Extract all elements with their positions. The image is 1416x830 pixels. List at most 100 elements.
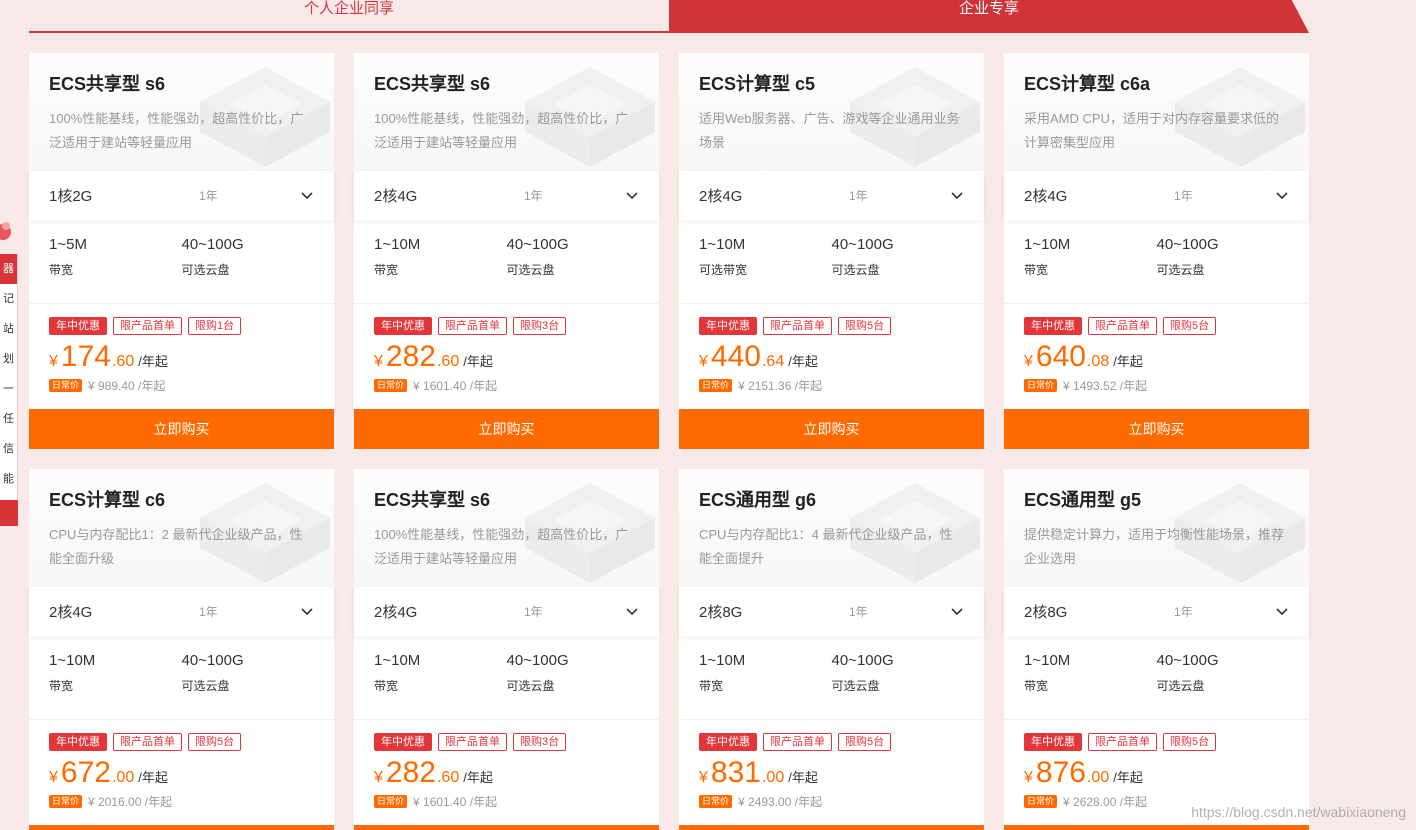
promo-tag-first-order: 限产品首单: [1088, 317, 1157, 335]
tab-enterprise-exclusive[interactable]: 企业专享: [669, 0, 1309, 33]
disk-label: 可选云盘: [181, 263, 230, 277]
buy-now-button[interactable]: 立即购买: [679, 409, 984, 449]
chevron-down-icon[interactable]: [625, 189, 639, 203]
config-selector[interactable]: 2核4G 1年: [29, 587, 334, 636]
buy-now-button[interactable]: 立即购买: [1004, 409, 1309, 449]
product-card: ECS计算型 c6 CPU与内存配比1：2 最新代企业级产品，性能全面升级 2核…: [29, 469, 334, 830]
bandwidth-col: 1~10M 带宽: [1024, 652, 1157, 719]
promo-tag-first-order: 限产品首单: [438, 317, 507, 335]
tab-personal-enterprise-shared[interactable]: 个人企业同享: [29, 0, 669, 33]
original-price: 日常价 ¥ 1601.40 /年起: [374, 793, 639, 810]
original-price-badge: 日常价: [374, 379, 408, 392]
chevron-down-icon[interactable]: [950, 605, 964, 619]
chevron-down-icon[interactable]: [625, 605, 639, 619]
promo-tag-first-order: 限产品首单: [763, 317, 832, 335]
side-float-item[interactable]: 任: [0, 404, 17, 434]
buy-now-button[interactable]: 立即购买: [354, 825, 659, 830]
buy-now-button[interactable]: 立即购买: [1004, 825, 1309, 830]
buy-now-button[interactable]: 立即购买: [679, 825, 984, 830]
price-decimal: .08: [1086, 353, 1110, 370]
config-selector[interactable]: 2核4G 1年: [354, 587, 659, 636]
bandwidth-label: 带宽: [374, 263, 399, 277]
side-float-item[interactable]: 能: [0, 464, 17, 494]
original-price-badge: 日常价: [699, 379, 733, 392]
buy-now-button[interactable]: 立即购买: [29, 409, 334, 449]
side-float-item[interactable]: 信: [0, 434, 17, 464]
card-header: ECS共享型 s6 100%性能基线，性能强劲，超高性价比，广泛适用于建站等轻量…: [29, 53, 334, 171]
price: ¥ 831 .00 /年起: [699, 757, 964, 789]
disk-label: 可选云盘: [181, 679, 230, 693]
promo-tag-mid-year: 年中优惠: [699, 317, 757, 335]
price-decimal: .64: [761, 353, 785, 370]
price-currency: ¥: [374, 769, 383, 786]
promo-tag-first-order: 限产品首单: [438, 733, 507, 751]
bandwidth-label: 带宽: [49, 263, 74, 277]
bandwidth-label: 带宽: [374, 679, 399, 693]
card-description: 100%性能基线，性能强劲，超高性价比，广泛适用于建站等轻量应用: [374, 111, 629, 150]
chevron-down-icon[interactable]: [1275, 605, 1289, 619]
price-currency: ¥: [1024, 769, 1033, 786]
card-title: ECS共享型 s6: [374, 490, 491, 510]
bandwidth-label: 可选带宽: [699, 263, 748, 277]
original-price-value: ¥ 2628.00 /年起: [1063, 795, 1148, 809]
chevron-down-icon[interactable]: [1275, 189, 1289, 203]
term-value: 1年: [524, 189, 543, 203]
original-price-value: ¥ 2016.00 /年起: [88, 795, 173, 809]
disk-col: 40~100G 可选云盘: [182, 652, 315, 719]
term-value: 1年: [1174, 189, 1193, 203]
product-card: ECS共享型 s6 100%性能基线，性能强劲，超高性价比，广泛适用于建站等轻量…: [354, 469, 659, 830]
card-title: ECS计算型 c6: [49, 490, 166, 510]
price-area: 年中优惠 限产品首单 限购5台 ¥ 640 .08 /年起 日常价 ¥ 1493…: [1004, 304, 1309, 409]
price-decimal: .00: [761, 769, 785, 786]
original-price: 日常价 ¥ 1601.40 /年起: [374, 377, 639, 394]
promo-tag-limit: 限购3台: [513, 733, 567, 751]
buy-now-button[interactable]: 立即购买: [29, 825, 334, 830]
price-unit: /年起: [463, 770, 493, 785]
card-header: ECS通用型 g6 CPU与内存配比1：4 最新代企业级产品，性能全面提升: [679, 469, 984, 587]
disk-value: 40~100G: [181, 236, 244, 253]
price-integer: 282: [385, 756, 436, 789]
side-float-panel[interactable]: 器 记 站 划 一 任 信 能: [0, 254, 18, 526]
product-card: ECS共享型 s6 100%性能基线，性能强劲，超高性价比，广泛适用于建站等轻量…: [29, 53, 334, 449]
bandwidth-value: 1~10M: [49, 652, 96, 669]
disk-col: 40~100G 可选云盘: [1157, 236, 1290, 303]
card-header: ECS通用型 g5 提供稳定计算力，适用于均衡性能场景，推荐企业选用: [1004, 469, 1309, 587]
original-price-value: ¥ 2151.36 /年起: [738, 379, 823, 393]
chevron-down-icon[interactable]: [300, 189, 314, 203]
chevron-down-icon[interactable]: [300, 605, 314, 619]
price: ¥ 440 .64 /年起: [699, 341, 964, 373]
config-selector[interactable]: 2核4G 1年: [1004, 171, 1309, 220]
promo-tag-limit: 限购5台: [1163, 733, 1217, 751]
side-float-item[interactable]: 站: [0, 314, 17, 344]
price-area: 年中优惠 限产品首单 限购1台 ¥ 174 .60 /年起 日常价 ¥ 989.…: [29, 304, 334, 409]
config-selector[interactable]: 1核2G 1年: [29, 171, 334, 220]
price-decimal: .60: [436, 353, 460, 370]
config-selector[interactable]: 2核4G 1年: [679, 171, 984, 220]
side-float-item[interactable]: 记: [0, 284, 17, 314]
watermark: https://blog.csdn.net/wabixiaoneng: [1191, 804, 1406, 820]
original-price-badge: 日常价: [1024, 379, 1058, 392]
original-price-badge: 日常价: [1024, 795, 1058, 808]
price-area: 年中优惠 限产品首单 限购3台 ¥ 282 .60 /年起 日常价 ¥ 1601…: [354, 720, 659, 825]
price-decimal: .00: [1086, 769, 1110, 786]
original-price: 日常价 ¥ 2493.00 /年起: [699, 793, 964, 810]
spec-row: 1~10M 可选带宽 40~100G 可选云盘: [679, 220, 984, 304]
promo-tag-mid-year: 年中优惠: [699, 733, 757, 751]
price-decimal: .60: [436, 769, 460, 786]
original-price-value: ¥ 1493.52 /年起: [1063, 379, 1148, 393]
card-title: ECS通用型 g5: [1024, 490, 1142, 510]
bandwidth-value: 1~10M: [699, 652, 746, 669]
spec-row: 1~5M 带宽 40~100G 可选云盘: [29, 220, 334, 304]
promo-tag-limit: 限购5台: [1163, 317, 1217, 335]
product-card: ECS通用型 g5 提供稳定计算力，适用于均衡性能场景，推荐企业选用 2核8G …: [1004, 469, 1309, 830]
price-decimal: .00: [111, 769, 135, 786]
config-selector[interactable]: 2核8G 1年: [1004, 587, 1309, 636]
promo-tag-first-order: 限产品首单: [1088, 733, 1157, 751]
config-selector[interactable]: 2核4G 1年: [354, 171, 659, 220]
side-float-item[interactable]: 划: [0, 344, 17, 374]
config-selector[interactable]: 2核8G 1年: [679, 587, 984, 636]
original-price-value: ¥ 989.40 /年起: [88, 379, 166, 393]
buy-now-button[interactable]: 立即购买: [354, 409, 659, 449]
side-float-item[interactable]: 一: [0, 374, 17, 404]
chevron-down-icon[interactable]: [950, 189, 964, 203]
